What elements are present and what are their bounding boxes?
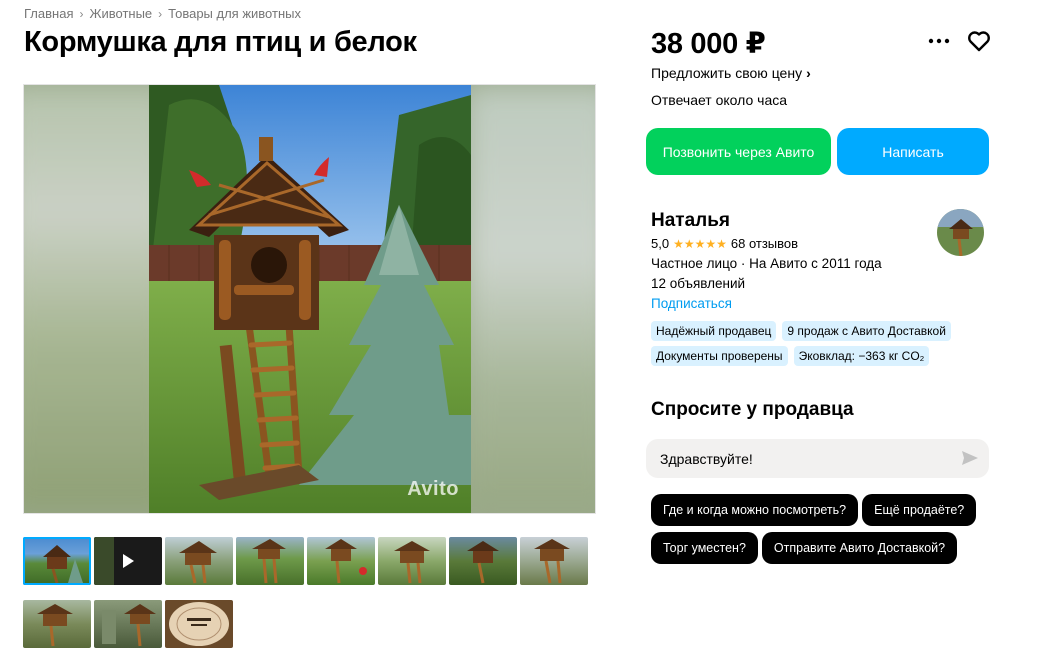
thumbnail[interactable] (307, 537, 375, 585)
quick-question-chip[interactable]: Где и когда можно посмотреть? (651, 494, 859, 526)
chevron-right-icon: › (79, 6, 84, 21)
breadcrumb-home[interactable]: Главная (24, 6, 73, 21)
quick-question-chip[interactable]: Ещё продаёте? (862, 494, 977, 526)
page-title: Кормушка для птиц и белок (24, 26, 417, 58)
play-icon (123, 554, 134, 568)
breadcrumb-pet-goods[interactable]: Товары для животных (168, 6, 301, 21)
chevron-right-icon: › (158, 6, 163, 21)
breadcrumb-animals[interactable]: Животные (89, 6, 152, 21)
rating-value: 5,0 (651, 236, 670, 251)
seller-listings[interactable]: 12 объявлений (651, 276, 745, 291)
seller-rating: 5,0 ★★★★★ 68 отзывов (651, 236, 798, 251)
seller-name[interactable]: Наталья (651, 210, 730, 232)
thumbnail[interactable] (23, 537, 91, 585)
chevron-right-icon: › (806, 65, 811, 81)
badge-documents-verified: Документы проверены (651, 346, 788, 366)
thumbnail[interactable] (236, 537, 304, 585)
thumbnail[interactable] (378, 537, 446, 585)
thumbnail[interactable] (94, 600, 162, 648)
message-input[interactable] (646, 439, 989, 478)
quick-question-chip[interactable]: Торг уместен? (651, 532, 758, 564)
thumbnail[interactable] (165, 537, 233, 585)
thumbnail[interactable] (520, 537, 588, 585)
subscribe-link[interactable]: Подписаться (651, 296, 732, 311)
thumbnail[interactable] (165, 600, 233, 648)
photo-blur-right (465, 85, 595, 513)
seller-badges: Надёжный продавец 9 продаж с Авито Доста… (651, 321, 981, 366)
seller-type: Частное лицо · На Авито с 2011 года (651, 256, 882, 271)
quick-question-chip[interactable]: Отправите Авито Доставкой? (761, 532, 958, 564)
listing-actions (926, 28, 992, 54)
rating-stars-icon: ★★★★★ (673, 236, 727, 251)
badge-eco-contribution: Эковклад: −363 кг CO₂ (793, 346, 930, 366)
avito-watermark: Avito (407, 478, 459, 500)
thumbnail-strip (23, 537, 593, 648)
thumbnail[interactable] (449, 537, 517, 585)
bird-feeder-photo (149, 85, 471, 513)
quick-questions: Где и когда можно посмотреть? Ещё продаё… (651, 494, 991, 564)
offer-price-link[interactable]: Предложить свою цену › (651, 65, 811, 81)
favorite-heart-icon[interactable] (966, 28, 992, 54)
price: 38 000 ₽ (651, 28, 766, 60)
reply-time: Отвечает около часа (651, 92, 788, 108)
avatar[interactable] (937, 209, 984, 256)
ask-seller-title: Спросите у продавца (651, 399, 854, 420)
more-icon[interactable] (926, 28, 952, 54)
offer-price-label: Предложить свою цену (651, 65, 803, 81)
breadcrumb: Главная › Животные › Товары для животных (24, 6, 301, 21)
main-photo[interactable]: Avito (23, 84, 596, 514)
call-button[interactable]: Позвонить через Авито (646, 128, 831, 175)
badge-reliable-seller: Надёжный продавец (651, 321, 777, 341)
reviews-link[interactable]: 68 отзывов (731, 236, 798, 251)
send-icon[interactable] (961, 450, 979, 466)
thumbnail[interactable] (23, 600, 91, 648)
badge-delivery-sales: 9 продаж с Авито Доставкой (782, 321, 951, 341)
write-button[interactable]: Написать (837, 128, 989, 175)
video-thumbnail[interactable] (94, 537, 162, 585)
